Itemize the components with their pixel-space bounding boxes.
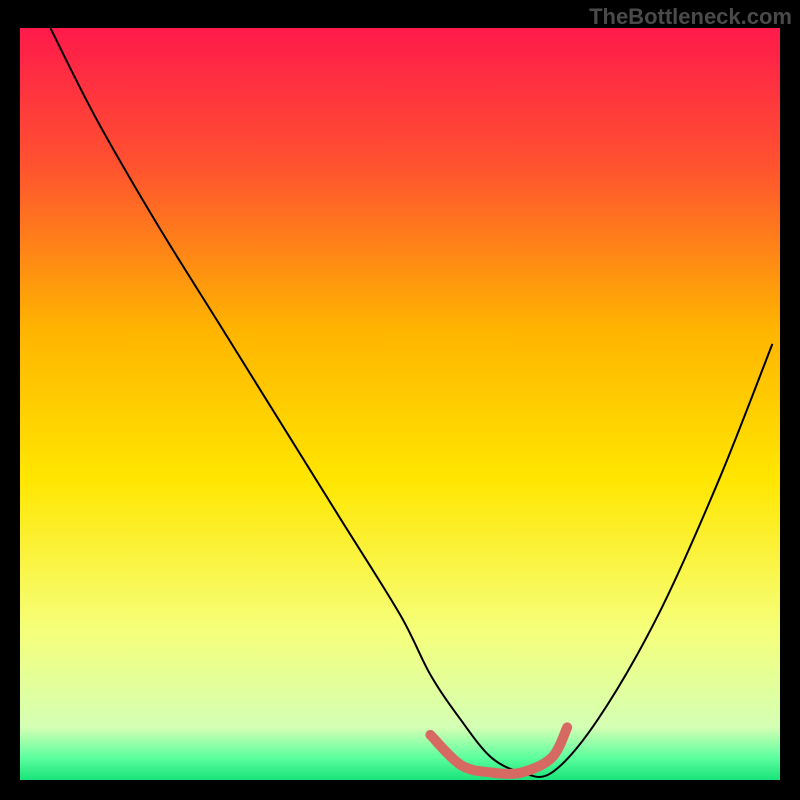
plot-area	[20, 28, 780, 780]
gradient-background	[20, 28, 780, 780]
chart-svg	[20, 28, 780, 780]
chart-container: TheBottleneck.com	[0, 0, 800, 800]
watermark-text: TheBottleneck.com	[589, 4, 792, 30]
